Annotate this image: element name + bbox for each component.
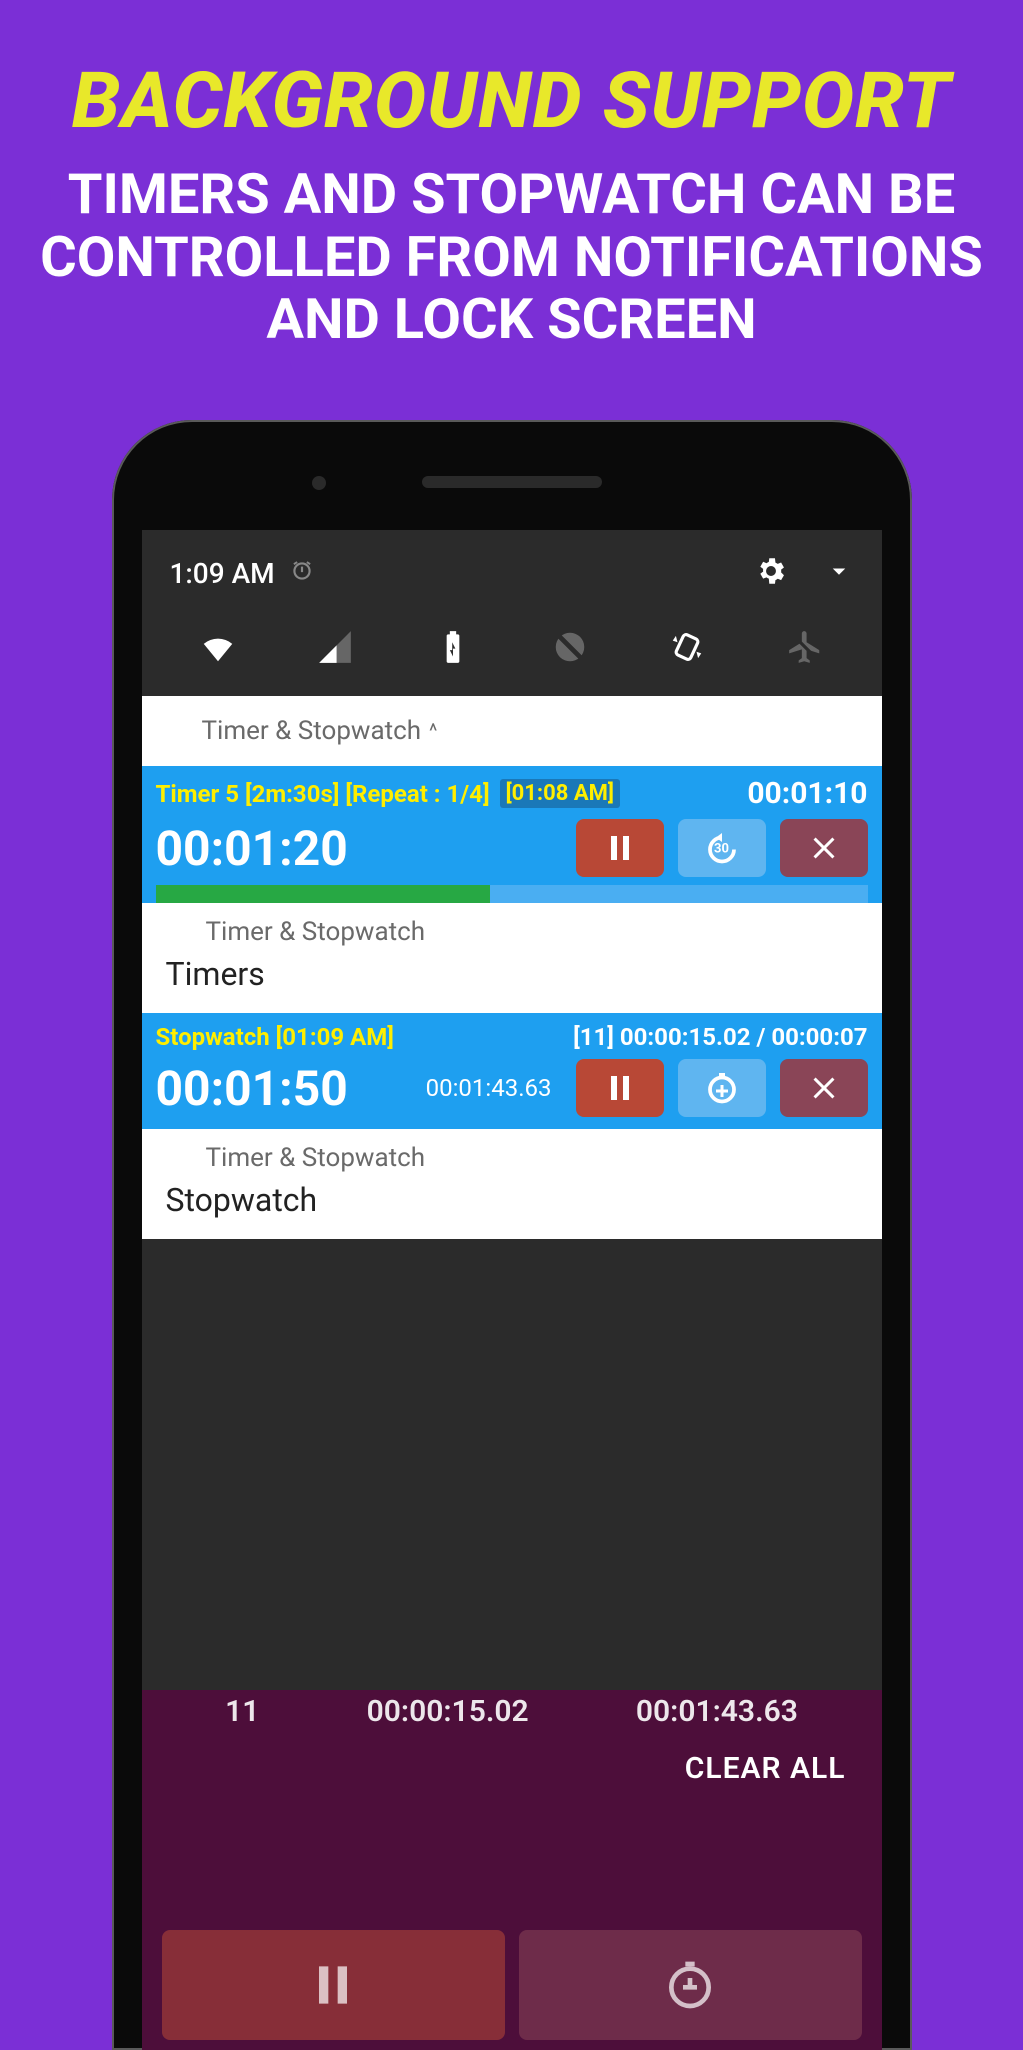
stopwatch-sub-notification[interactable]: Timer & Stopwatch Stopwatch [142,1129,882,1239]
stopwatch-add-icon [662,1957,718,2013]
dnd-icon[interactable] [549,626,591,668]
collapse-icon[interactable] [824,556,854,590]
hero-title: BACKGROUND SUPPORT [0,0,1023,147]
app-background: 11 00:00:15.02 00:01:43.63 CLEAR ALL [142,1690,882,2050]
stopwatch-notification: Stopwatch [01:09 AM] [11] 00:00:15.02 / … [142,1013,882,1129]
phone-frame: 11 00:00:15.02 00:01:43.63 CLEAR ALL 1:0… [112,420,912,2050]
pause-icon [305,1957,361,2013]
sub-app-name: Timer & Stopwatch [166,917,858,947]
lap-total: 00:01:43.63 [636,1694,798,1729]
notification-app-name: Timer & Stopwatch [202,716,422,746]
stopwatch-main-time: 00:01:50 [156,1060,348,1117]
alarm-icon [289,558,315,588]
timer-replay-button[interactable]: 30 [678,819,766,877]
timer-start-time: [01:08 AM] [500,779,620,808]
airplane-icon[interactable] [784,626,826,668]
timer-sub-notification[interactable]: Timer & Stopwatch Timers [142,903,882,1013]
sub-title: Stopwatch [166,1181,858,1219]
lap-row: 11 00:00:15.02 00:01:43.63 [142,1690,882,1733]
pause-icon [602,830,638,866]
status-bar: 1:09 AM [142,530,882,610]
timer-close-button[interactable] [780,819,868,877]
app-add-lap-button[interactable] [519,1930,862,2040]
lap-index: 11 [225,1694,259,1729]
battery-icon[interactable] [432,626,474,668]
timer-progress [156,885,868,903]
rotate-icon[interactable] [666,626,708,668]
stopwatch-title: Stopwatch [01:09 AM] [156,1023,394,1051]
timer-pause-button[interactable] [576,819,664,877]
settings-icon[interactable] [754,554,824,592]
stopwatch-lap-info: [11] 00:00:15.02 / 00:00:07 [573,1023,867,1051]
phone-speaker [422,476,602,488]
stopwatch-sub-time: 00:01:43.63 [362,1074,562,1102]
timer-remaining: 00:01:10 [747,776,867,811]
status-time: 1:09 AM [170,557,275,590]
chevron-up-icon: ^ [429,719,437,743]
timer-elapsed: 00:01:20 [156,820,562,877]
stopwatch-lap-button[interactable] [678,1059,766,1117]
wifi-icon[interactable] [197,626,239,668]
hero-subtitle: TIMERS AND STOPWATCH CAN BE CONTROLLED F… [0,147,1023,351]
sub-title: Timers [166,955,858,993]
replay-seconds: 30 [714,841,729,856]
timer-notification: Timer 5 [2m:30s] [Repeat : 1/4] [01:08 A… [142,766,882,903]
phone-camera [312,476,326,490]
clear-all-button[interactable]: CLEAR ALL [142,1733,882,1786]
notification-app-header[interactable]: Timer & Stopwatch ^ [142,696,882,766]
stopwatch-close-button[interactable] [780,1059,868,1117]
signal-icon[interactable] [314,626,356,668]
app-pause-button[interactable] [162,1930,505,2040]
stopwatch-add-icon [704,1070,740,1106]
close-icon [806,830,842,866]
timer-title: Timer 5 [2m:30s] [Repeat : 1/4] [156,780,490,808]
lap-time: 00:00:15.02 [367,1694,529,1729]
phone-screen: 11 00:00:15.02 00:01:43.63 CLEAR ALL 1:0… [142,530,882,2050]
pause-icon [602,1070,638,1106]
close-icon [806,1070,842,1106]
sub-app-name: Timer & Stopwatch [166,1143,858,1173]
quick-settings-row [142,610,882,696]
stopwatch-pause-button[interactable] [576,1059,664,1117]
